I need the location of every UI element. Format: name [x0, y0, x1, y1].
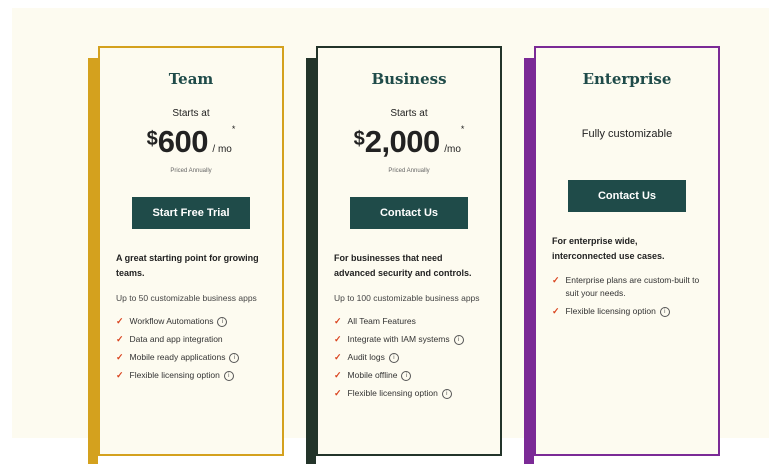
feature-item: ✓ Mobile ready applications i [116, 351, 270, 364]
info-icon[interactable]: i [217, 316, 228, 327]
plan-name: Team [168, 70, 214, 88]
plan-card-enterprise: Enterprise Fully customizable Contact Us… [524, 46, 720, 464]
plan-card-team: Team Starts at $600 / mo * Priced Annuall… [88, 46, 284, 464]
check-icon: ✓ [116, 316, 124, 326]
check-icon: ✓ [552, 275, 560, 285]
feature-item: ✓ Enterprise plans are custom-built to su… [552, 274, 706, 300]
info-icon[interactable]: i [441, 388, 452, 399]
check-icon: ✓ [334, 352, 342, 362]
feature-label: Mobile ready applications [129, 352, 226, 362]
check-icon: ✓ [552, 306, 560, 316]
feature-item: ✓ Audit logs i [334, 351, 488, 364]
feature-list: ✓ All Team Features ✓ Integrate with IAM s… [318, 315, 500, 400]
info-icon[interactable]: i [229, 352, 240, 363]
currency-symbol: $ [353, 128, 365, 150]
priced-annually-note: Priced Annually [388, 168, 430, 174]
pricing-page: Team Starts at $600 / mo * Priced Annuall… [12, 8, 769, 464]
check-icon: ✓ [334, 370, 342, 380]
check-icon: ✓ [334, 388, 342, 398]
feature-list: ✓ Workflow Automations i ✓ Data and app int… [100, 315, 282, 382]
price-period: / mo [212, 144, 232, 155]
feature-item: ✓ All Team Features [334, 315, 488, 328]
plan-tagline: For enterprise wide, interconnected use … [552, 236, 665, 261]
feature-item: ✓ Integrate with IAM systems i [334, 333, 488, 346]
feature-label: Flexible licensing option [565, 306, 656, 316]
price-period: /mo [444, 144, 461, 155]
contact-us-button[interactable]: Contact Us [568, 180, 686, 212]
check-icon: ✓ [116, 334, 124, 344]
start-free-trial-button[interactable]: Start Free Trial [132, 197, 250, 229]
feature-label: All Team Features [347, 316, 416, 326]
feature-label: Integrate with IAM systems [347, 334, 450, 344]
plan-card-business: Business Starts at $2,000 /mo * Priced An… [306, 46, 502, 464]
feature-item: ✓ Flexible licensing option i [552, 305, 706, 318]
feature-label: Flexible licensing option [129, 370, 220, 380]
feature-item: ✓ Workflow Automations i [116, 315, 270, 328]
price-amount: 600 [157, 124, 209, 159]
check-icon: ✓ [334, 316, 342, 326]
feature-item: ✓ Mobile offline i [334, 369, 488, 382]
info-icon[interactable]: i [388, 352, 399, 363]
plan-apps-limit: Up to 100 customizable business apps [334, 293, 480, 303]
feature-label: Audit logs [347, 352, 385, 362]
info-icon[interactable]: i [659, 306, 670, 317]
contact-us-button[interactable]: Contact Us [350, 197, 468, 229]
currency-symbol: $ [146, 128, 158, 150]
price-asterisk: * [460, 124, 465, 134]
starts-at-label: Starts at [172, 108, 210, 119]
plan-tagline: For businesses that need advanced securi… [334, 253, 472, 278]
priced-annually-note: Priced Annually [170, 168, 212, 174]
check-icon: ✓ [116, 352, 124, 362]
feature-label: Enterprise plans are custom-built to sui… [565, 275, 700, 298]
feature-item: ✓ Flexible licensing option i [116, 369, 270, 382]
feature-item: ✓ Data and app integration [116, 333, 270, 346]
plan-name: Enterprise [582, 70, 672, 88]
feature-label: Data and app integration [129, 334, 223, 344]
check-icon: ✓ [334, 334, 342, 344]
plan-apps-limit: Up to 50 customizable business apps [116, 293, 257, 303]
plan-price: $2,000 /mo * [318, 124, 500, 162]
info-icon[interactable]: i [453, 334, 464, 345]
check-icon: ✓ [116, 370, 124, 380]
feature-label: Flexible licensing option [347, 388, 438, 398]
plan-name: Business [371, 70, 447, 88]
feature-label: Mobile offline [347, 370, 398, 380]
info-icon[interactable]: i [401, 370, 412, 381]
info-icon[interactable]: i [223, 370, 234, 381]
price-amount: 2,000 [364, 124, 441, 159]
starts-at-label: Starts at [390, 108, 428, 119]
fully-customizable-label: Fully customizable [581, 128, 673, 140]
price-asterisk: * [231, 124, 236, 134]
feature-label: Workflow Automations [129, 316, 214, 326]
feature-item: ✓ Flexible licensing option i [334, 387, 488, 400]
plan-price: $600 / mo * [100, 124, 282, 162]
feature-list: ✓ Enterprise plans are custom-built to su… [536, 274, 718, 318]
plan-tagline: A great starting point for growing teams… [116, 253, 259, 278]
